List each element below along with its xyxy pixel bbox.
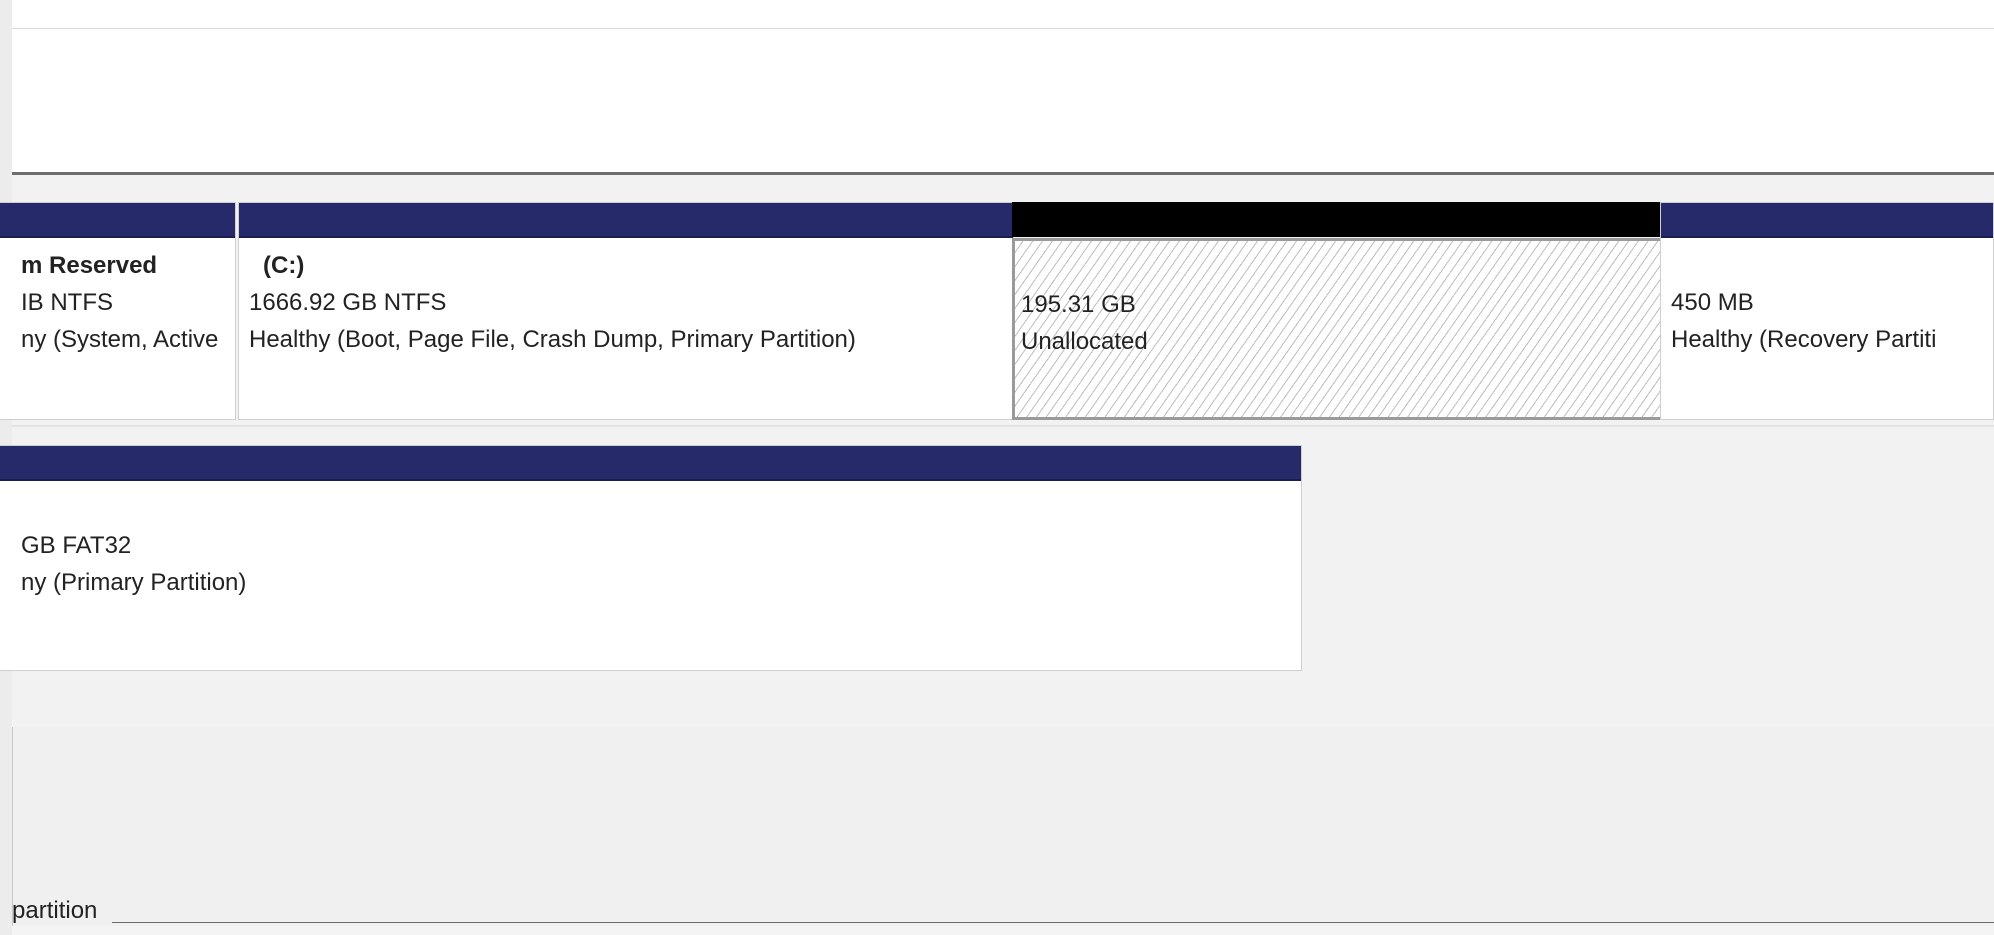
legend-partition-label: partition (12, 897, 98, 924)
partition-status: Healthy (Recovery Partiti (1671, 326, 1937, 353)
disk-row-1: m Reserved IB NTFS ny (System, Active (C… (0, 175, 1994, 425)
partition-size: IB NTFS (21, 289, 114, 316)
partition-fat32[interactable]: GB FAT32 ny (Primary Partition) (0, 445, 1302, 671)
legend-line (112, 922, 1994, 923)
volume-list-pane[interactable] (12, 0, 1994, 172)
disk-row-2: GB FAT32 ny (Primary Partition) (0, 427, 1994, 727)
partition-unallocated[interactable]: 195.31 GB Unallocated (1012, 202, 1664, 420)
partition-title: m Reserved (21, 252, 158, 279)
partition-size: GB FAT32 (21, 532, 132, 559)
partition-size: 195.31 GB (1021, 291, 1136, 318)
partition-bar (0, 203, 235, 238)
partition-status: ny (System, Active (21, 326, 219, 353)
bottom-strip (12, 926, 1994, 935)
partition-system-reserved[interactable]: m Reserved IB NTFS ny (System, Active (0, 202, 236, 420)
partition-bar (1661, 203, 1993, 238)
partition-status: Healthy (Boot, Page File, Crash Dump, Pr… (249, 326, 856, 353)
partition-status: Unallocated (1021, 328, 1148, 355)
partition-status: ny (Primary Partition) (21, 569, 247, 596)
partition-recovery[interactable]: 450 MB Healthy (Recovery Partiti (1660, 202, 1994, 420)
partition-c-drive[interactable]: (C:) 1666.92 GB NTFS Healthy (Boot, Page… (238, 202, 1014, 420)
unallocated-hatch: 195.31 GB Unallocated (1012, 238, 1664, 420)
partition-size: 450 MB (1671, 289, 1754, 316)
partition-bar (1012, 202, 1664, 237)
volume-list-row-divider (12, 28, 1994, 29)
partition-bar (239, 203, 1013, 238)
partition-title: (C:) (263, 252, 305, 279)
partition-size: 1666.92 GB NTFS (249, 289, 447, 316)
partition-bar (0, 446, 1301, 481)
